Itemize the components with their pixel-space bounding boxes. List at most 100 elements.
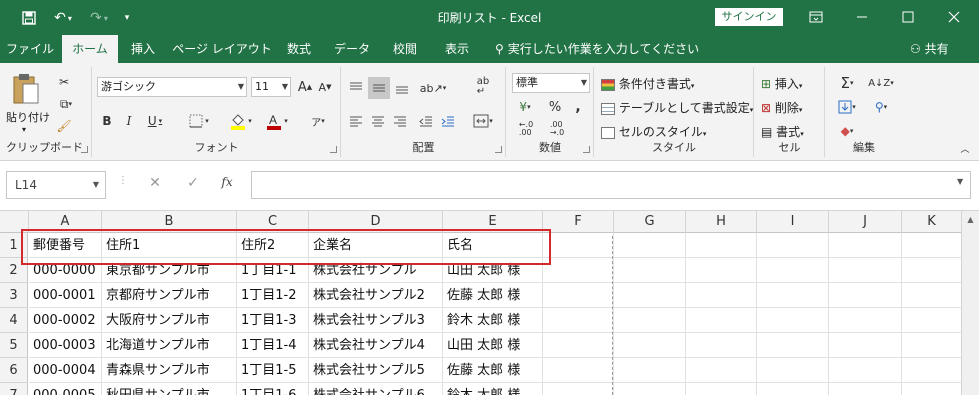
cell-h7[interactable] xyxy=(686,383,757,395)
tab-data[interactable]: データ xyxy=(328,35,376,63)
number-format-select[interactable]: 標準 ▼ xyxy=(512,73,590,93)
cell-k7[interactable] xyxy=(902,383,962,395)
top-align-icon[interactable] xyxy=(346,77,366,99)
cell-f3[interactable] xyxy=(543,283,614,308)
vertical-scrollbar[interactable]: ▲ xyxy=(961,211,979,395)
cell-f6[interactable] xyxy=(543,358,614,383)
cell-e7[interactable]: 鈴木 太郎 様 xyxy=(443,383,543,395)
conditional-formatting-button[interactable]: 条件付き書式▾ xyxy=(601,75,694,92)
font-name-select[interactable]: 游ゴシック ▼ xyxy=(97,77,247,97)
tab-review[interactable]: 校閲 xyxy=(382,35,428,63)
paste-icon[interactable] xyxy=(8,71,44,107)
column-header-f[interactable]: F xyxy=(543,211,614,233)
column-header-h[interactable]: H xyxy=(686,211,757,233)
cell-j4[interactable] xyxy=(829,308,902,333)
tab-formulas[interactable]: 数式 xyxy=(278,35,320,63)
cell-styles-button[interactable]: セルのスタイル▾ xyxy=(601,123,706,140)
sort-filter-icon[interactable]: A↓Z ▾ xyxy=(866,73,896,93)
column-header-k[interactable]: K xyxy=(902,211,962,233)
cell-c6[interactable]: 1丁目1-5 xyxy=(237,358,309,383)
tell-me-box[interactable]: ⚲ 実行したい作業を入力してください xyxy=(495,35,699,63)
ribbon-display-options-icon[interactable] xyxy=(796,6,836,28)
minimize-icon[interactable] xyxy=(842,6,882,28)
increase-decimal-icon[interactable]: ←.0.00 xyxy=(512,119,540,139)
orientation-icon[interactable]: ab↗ ▾ xyxy=(418,77,448,99)
decrease-indent-icon[interactable] xyxy=(416,111,436,131)
row-header[interactable]: 7 xyxy=(0,383,28,395)
row-header[interactable]: 4 xyxy=(0,308,28,333)
increase-indent-icon[interactable] xyxy=(438,111,458,131)
paste-label[interactable]: 貼り付け xyxy=(6,109,50,125)
cell-b5[interactable]: 北海道サンプル市 xyxy=(102,333,237,358)
cell-g2[interactable] xyxy=(614,258,686,283)
fill-color-icon[interactable]: ▾ xyxy=(225,111,257,131)
cell-i2[interactable] xyxy=(757,258,829,283)
name-box-dropdown-icon[interactable]: ▼ xyxy=(93,172,99,198)
cell-g5[interactable] xyxy=(614,333,686,358)
middle-align-icon[interactable] xyxy=(368,77,390,99)
cell-h4[interactable] xyxy=(686,308,757,333)
cell-a4[interactable]: 000-0002 xyxy=(29,308,102,333)
cell-j7[interactable] xyxy=(829,383,902,395)
cell-a5[interactable]: 000-0003 xyxy=(29,333,102,358)
format-cells-button[interactable]: ▤ 書式▾ xyxy=(761,123,804,140)
row-header[interactable]: 5 xyxy=(0,333,28,358)
maximize-icon[interactable] xyxy=(888,6,928,28)
cell-h3[interactable] xyxy=(686,283,757,308)
cell-k5[interactable] xyxy=(902,333,962,358)
cell-h1[interactable] xyxy=(686,233,757,258)
signin-button[interactable]: サインイン xyxy=(715,8,783,26)
tab-insert[interactable]: 挿入 xyxy=(120,35,166,63)
cell-f2[interactable] xyxy=(543,258,614,283)
wrap-text-icon[interactable]: ab ↵ xyxy=(470,75,496,99)
cell-g7[interactable] xyxy=(614,383,686,395)
column-header-g[interactable]: G xyxy=(614,211,686,233)
cell-a3[interactable]: 000-0001 xyxy=(29,283,102,308)
cell-f7[interactable] xyxy=(543,383,614,395)
italic-icon[interactable]: I xyxy=(119,111,139,131)
cell-d6[interactable]: 株式会社サンプル5 xyxy=(309,358,443,383)
column-header-i[interactable]: I xyxy=(757,211,829,233)
bold-icon[interactable]: B xyxy=(97,111,117,131)
align-left-icon[interactable] xyxy=(346,111,366,131)
cell-k2[interactable] xyxy=(902,258,962,283)
cell-i6[interactable] xyxy=(757,358,829,383)
cell-f1[interactable] xyxy=(543,233,614,258)
confirm-entry-icon[interactable]: ✓ xyxy=(184,175,202,195)
font-size-select[interactable]: 11 ▼ xyxy=(251,77,291,97)
font-launcher-icon[interactable] xyxy=(330,146,337,153)
cell-i7[interactable] xyxy=(757,383,829,395)
cell-i4[interactable] xyxy=(757,308,829,333)
cell-g4[interactable] xyxy=(614,308,686,333)
cell-g6[interactable] xyxy=(614,358,686,383)
clipboard-launcher-icon[interactable] xyxy=(81,146,88,153)
align-right-icon[interactable] xyxy=(390,111,410,131)
cell-b6[interactable]: 青森県サンプル市 xyxy=(102,358,237,383)
cell-d5[interactable]: 株式会社サンプル4 xyxy=(309,333,443,358)
cell-g3[interactable] xyxy=(614,283,686,308)
alignment-launcher-icon[interactable] xyxy=(495,146,502,153)
currency-format-icon[interactable]: ¥ ▾ xyxy=(512,97,538,117)
cell-j2[interactable] xyxy=(829,258,902,283)
cell-d3[interactable]: 株式会社サンプル2 xyxy=(309,283,443,308)
share-button[interactable]: ⚇ 共有 xyxy=(910,35,949,63)
column-header-j[interactable]: J xyxy=(829,211,902,233)
number-launcher-icon[interactable] xyxy=(583,146,590,153)
cell-e3[interactable]: 佐藤 太郎 様 xyxy=(443,283,543,308)
cell-c3[interactable]: 1丁目1-2 xyxy=(237,283,309,308)
tab-home[interactable]: ホーム xyxy=(62,35,118,63)
font-color-icon[interactable]: A ▾ xyxy=(261,111,293,131)
decrease-font-size-icon[interactable]: A ▼ xyxy=(315,77,335,97)
cell-i5[interactable] xyxy=(757,333,829,358)
cell-g1[interactable] xyxy=(614,233,686,258)
find-select-icon[interactable]: ⚲ ▾ xyxy=(866,97,896,117)
borders-icon[interactable]: ▾ xyxy=(183,111,215,131)
cancel-entry-icon[interactable]: ✕ xyxy=(146,175,164,195)
align-center-icon[interactable] xyxy=(368,111,388,131)
name-box[interactable]: L14 ▼ xyxy=(6,171,106,199)
cell-j6[interactable] xyxy=(829,358,902,383)
row-header[interactable]: 3 xyxy=(0,283,28,308)
cell-i3[interactable] xyxy=(757,283,829,308)
cell-h2[interactable] xyxy=(686,258,757,283)
phonetic-guide-icon[interactable]: ア ▾ xyxy=(305,111,331,131)
